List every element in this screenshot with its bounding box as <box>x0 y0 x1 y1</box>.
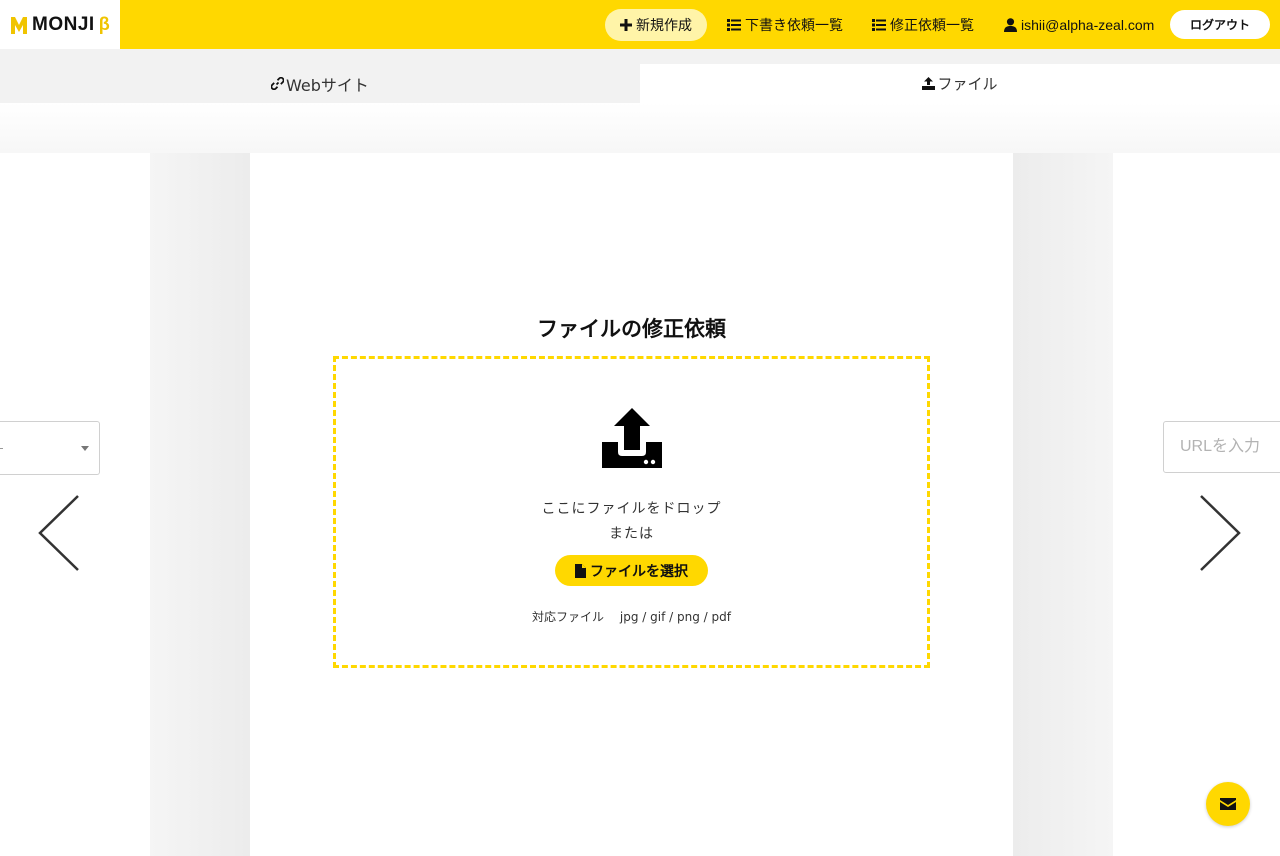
mode-tabs: Webサイト ファイル <box>0 49 1280 103</box>
upload-icon <box>602 408 662 468</box>
tab-website[interactable]: Webサイト <box>0 64 640 103</box>
new-request-label: 新規作成 <box>636 18 692 34</box>
file-icon <box>575 563 586 578</box>
top-header: MONJI β 新規作成 下書き依頼一覧 修正依頼一覧 ishii@alpha-… <box>0 0 1280 49</box>
formats-label: 対応ファイル <box>532 610 605 624</box>
logo-beta: β <box>98 14 110 34</box>
user-email: ishii@alpha-zeal.com <box>1021 17 1155 33</box>
url-input[interactable] <box>1163 421 1280 473</box>
user-icon <box>1004 18 1017 32</box>
next-slide <box>1113 153 1280 856</box>
revision-list-link[interactable]: 修正依頼一覧 <box>872 9 974 41</box>
monji-logo-icon <box>11 16 27 34</box>
prev-slide-select[interactable] <box>0 421 100 475</box>
logo[interactable]: MONJI β <box>0 0 120 49</box>
tab-file-label: ファイル <box>937 75 998 93</box>
tab-file[interactable]: ファイル <box>640 64 1280 103</box>
formats-list: jpg / gif / png / pdf <box>619 610 731 624</box>
plus-icon <box>620 19 632 31</box>
chevron-down-icon <box>81 446 89 451</box>
logo-text: MONJI <box>32 13 95 35</box>
user-account[interactable]: ishii@alpha-zeal.com <box>1004 9 1154 41</box>
select-value-fragment <box>0 448 3 449</box>
chevron-right-icon[interactable] <box>1199 494 1241 572</box>
draft-list-link[interactable]: 下書き依頼一覧 <box>727 9 843 41</box>
new-request-button[interactable]: 新規作成 <box>605 9 707 41</box>
upload-icon <box>922 77 936 90</box>
list-icon <box>727 19 741 31</box>
slide-shadow-left <box>150 153 250 856</box>
link-icon <box>271 77 285 90</box>
logout-button[interactable]: ログアウト <box>1170 10 1270 39</box>
chevron-left-icon[interactable] <box>38 494 80 572</box>
tab-website-label: Webサイト <box>286 75 369 95</box>
envelope-icon <box>1220 798 1236 810</box>
draft-list-label: 下書き依頼一覧 <box>745 18 843 34</box>
drop-instruction: ここにファイルをドロップ <box>541 501 722 517</box>
contact-button[interactable] <box>1206 782 1250 826</box>
supported-formats: 対応ファイル jpg / gif / png / pdf <box>333 608 930 625</box>
select-file-label: ファイルを選択 <box>590 563 688 580</box>
or-label: または <box>609 526 654 542</box>
page-title: ファイルの修正依頼 <box>537 317 726 341</box>
slide-shadow-right <box>1013 153 1113 856</box>
revision-list-label: 修正依頼一覧 <box>890 18 974 34</box>
list-icon <box>872 19 886 31</box>
select-file-button[interactable]: ファイルを選択 <box>555 555 708 586</box>
